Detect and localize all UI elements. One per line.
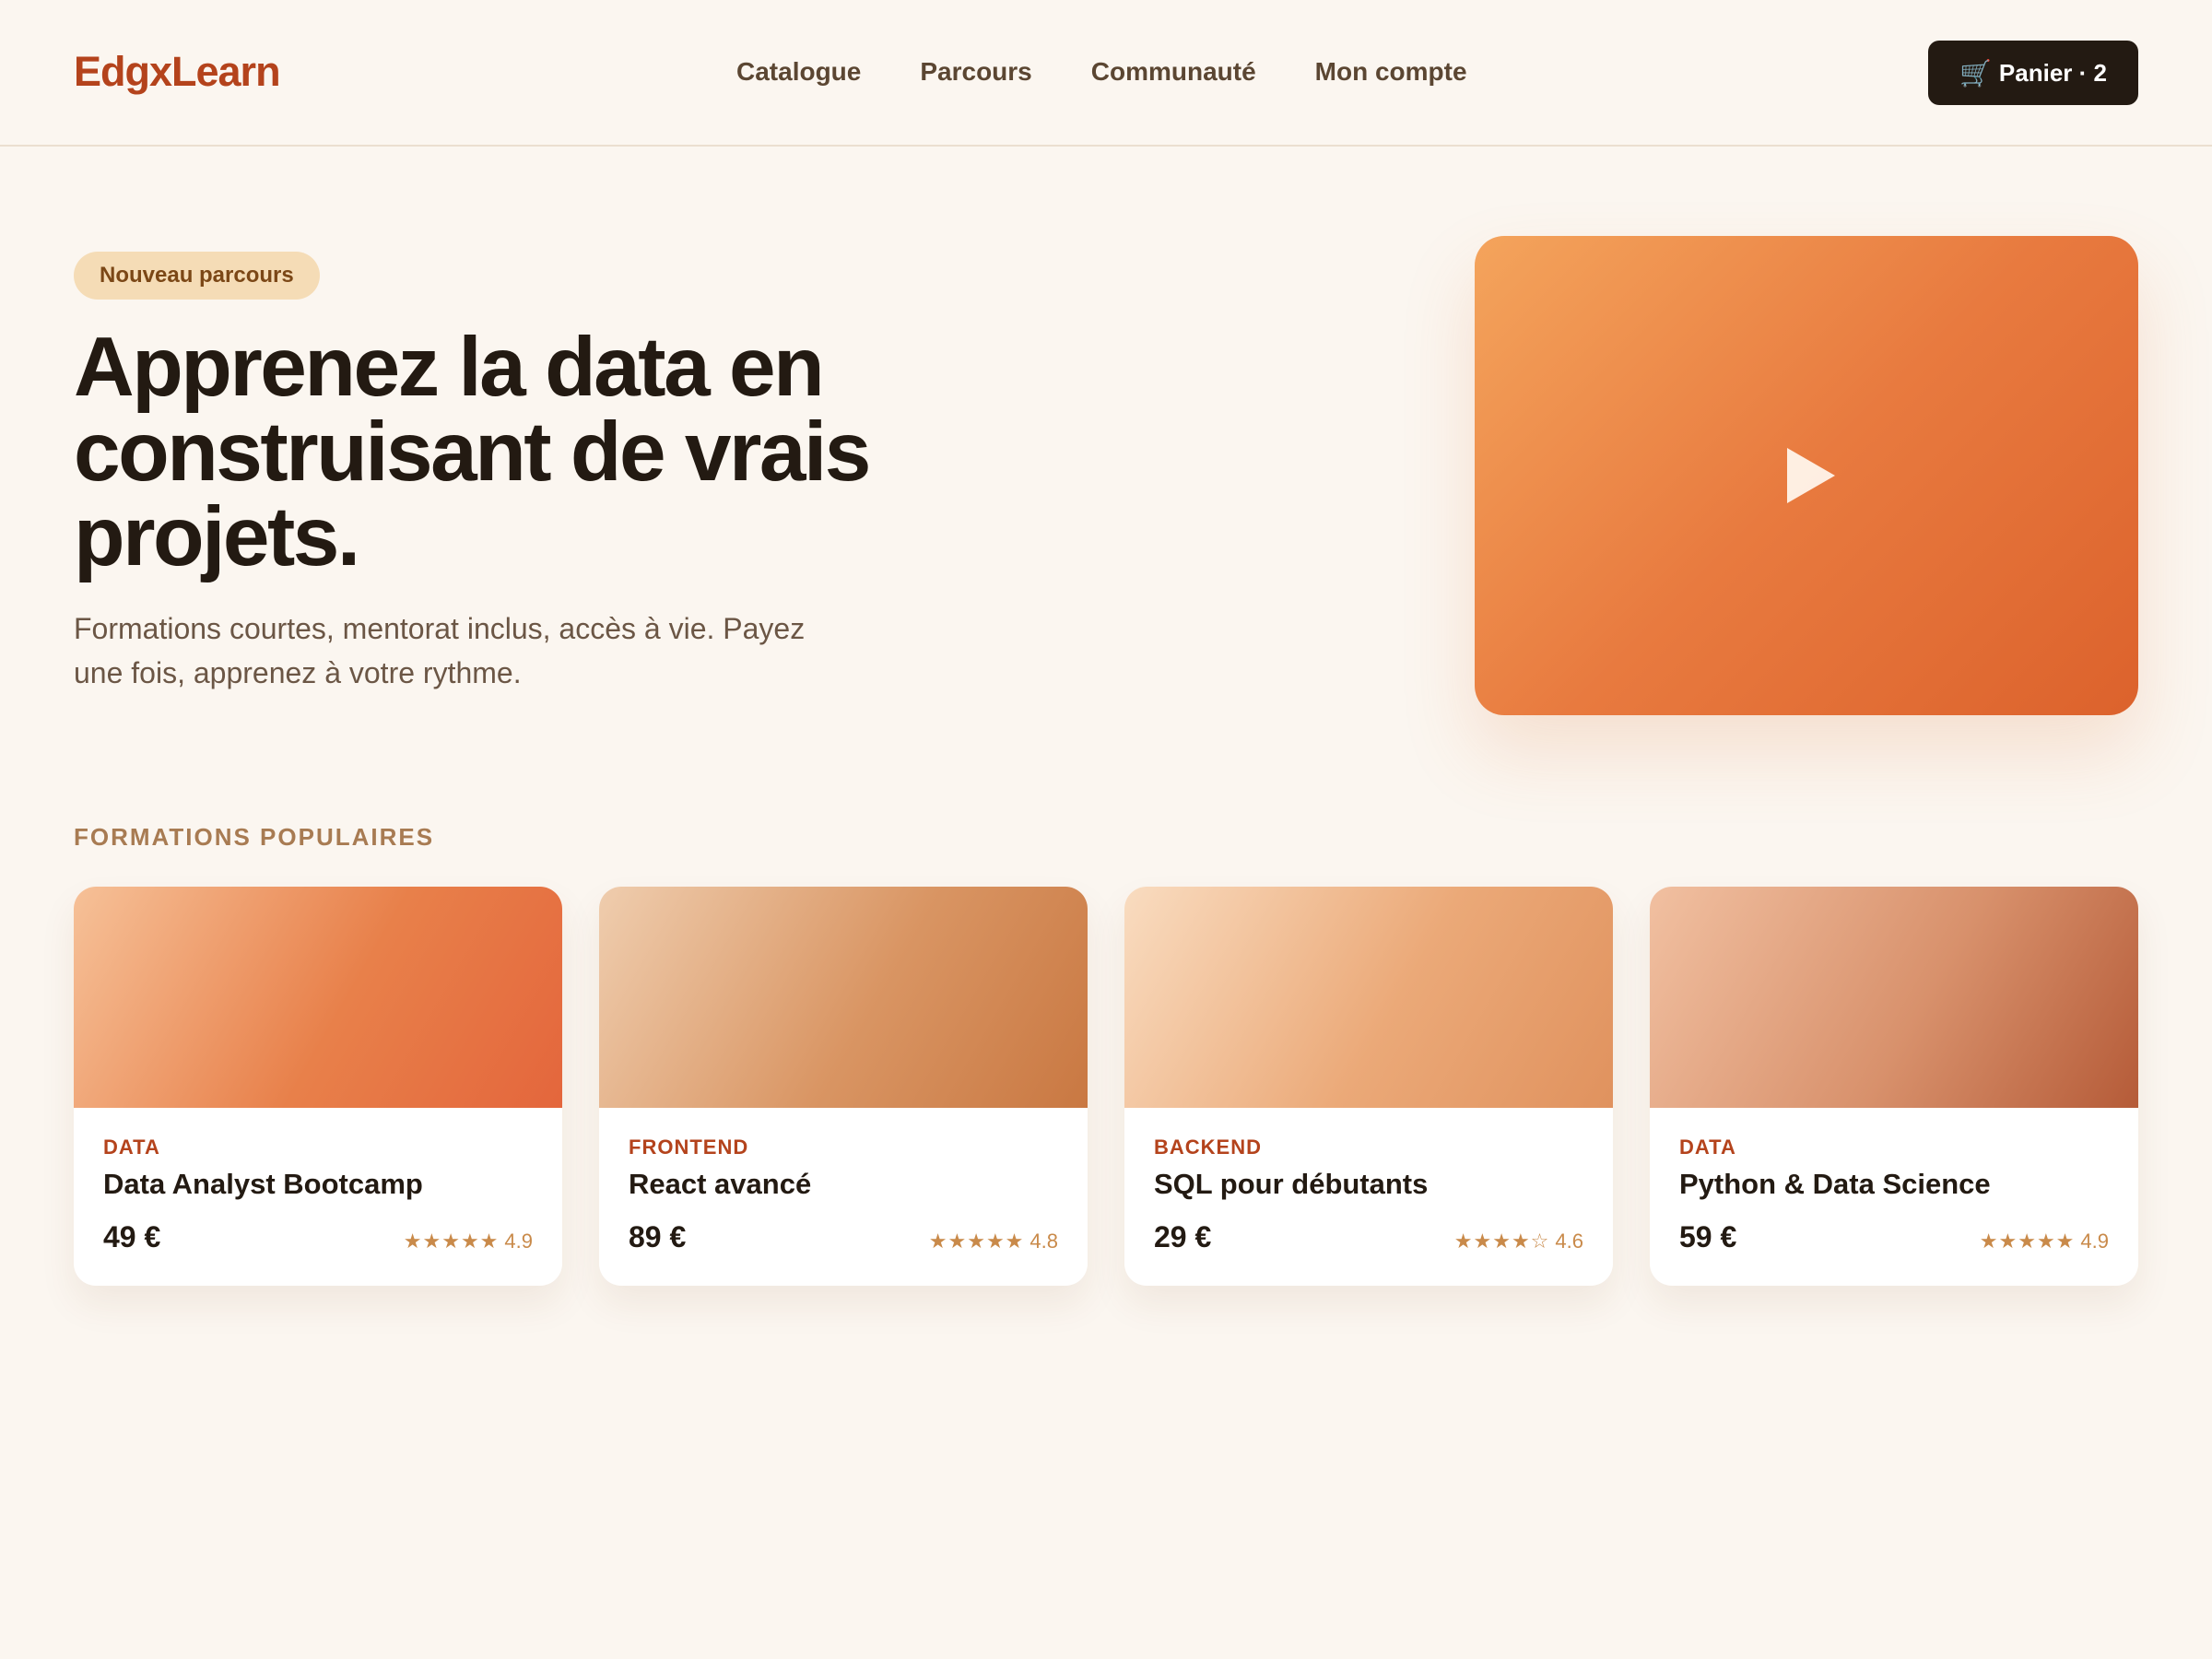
hero-subtitle: Formations courtes, mentorat inclus, acc… [74, 612, 806, 689]
hero-video-player[interactable] [1475, 236, 2138, 715]
nav-communaute[interactable]: Communauté [1091, 57, 1256, 87]
course-card[interactable]: BACKEND SQL pour débutants 29 € ★★★★☆ 4.… [1124, 887, 1613, 1286]
course-rating: ★★★★★ 4.8 [929, 1230, 1058, 1253]
nav-mon-compte[interactable]: Mon compte [1315, 57, 1467, 87]
rating-value: 4.6 [1555, 1230, 1583, 1253]
course-card[interactable]: FRONTEND React avancé 89 € ★★★★★ 4.8 [599, 887, 1088, 1286]
star-icon: ★★★★★ [1979, 1230, 2076, 1253]
main-nav: Catalogue Parcours Communauté Mon compte [736, 57, 1467, 87]
course-category: BACKEND [1154, 1135, 1262, 1159]
course-price: 29 € [1154, 1220, 1212, 1253]
course-thumbnail [1650, 887, 2138, 1108]
rating-value: 4.8 [1030, 1230, 1058, 1253]
course-thumbnail [1124, 887, 1613, 1108]
course-thumbnail [74, 887, 562, 1108]
course-category: DATA [1679, 1135, 1736, 1159]
cart-icon: 🛒 [1959, 58, 1992, 88]
hero-title: Apprenez la data en construisant de vrai… [74, 321, 871, 583]
new-path-badge: Nouveau parcours [74, 252, 320, 300]
course-list: DATA Data Analyst Bootcamp 49 € ★★★★★ 4.… [74, 887, 2138, 1286]
course-price: 59 € [1679, 1220, 1737, 1253]
course-card[interactable]: DATA Data Analyst Bootcamp 49 € ★★★★★ 4.… [74, 887, 562, 1286]
section-title: FORMATIONS POPULAIRES [74, 823, 435, 851]
course-category: DATA [103, 1135, 160, 1159]
star-icon: ★★★★★ [928, 1230, 1025, 1253]
course-price: 89 € [629, 1220, 687, 1253]
course-title: Python & Data Science [1679, 1168, 1991, 1200]
star-icon: ★★★★★ [403, 1230, 500, 1253]
course-rating: ★★★★★ 4.9 [1980, 1230, 2109, 1253]
course-thumbnail [599, 887, 1088, 1108]
course-price: 49 € [103, 1220, 161, 1253]
site-header: EdgxLearn Catalogue Parcours Communauté … [0, 0, 2212, 147]
course-category: FRONTEND [629, 1135, 749, 1159]
course-title: React avancé [629, 1168, 812, 1200]
course-title: SQL pour débutants [1154, 1168, 1429, 1200]
logo[interactable]: EdgxLearn [74, 48, 281, 96]
nav-catalogue[interactable]: Catalogue [736, 57, 861, 87]
cart-label: Panier · 2 [1998, 58, 2107, 87]
cart-button[interactable]: 🛒 Panier · 2 [1928, 41, 2138, 105]
course-rating: ★★★★☆ 4.6 [1454, 1230, 1583, 1253]
rating-value: 4.9 [2080, 1230, 2109, 1253]
course-card[interactable]: DATA Python & Data Science 59 € ★★★★★ 4.… [1650, 887, 2138, 1286]
star-icon: ★★★★☆ [1453, 1230, 1550, 1253]
course-title: Data Analyst Bootcamp [103, 1168, 423, 1200]
play-icon[interactable] [1787, 448, 1835, 503]
nav-parcours[interactable]: Parcours [920, 57, 1031, 87]
course-rating: ★★★★★ 4.9 [404, 1230, 533, 1253]
rating-value: 4.9 [504, 1230, 533, 1253]
